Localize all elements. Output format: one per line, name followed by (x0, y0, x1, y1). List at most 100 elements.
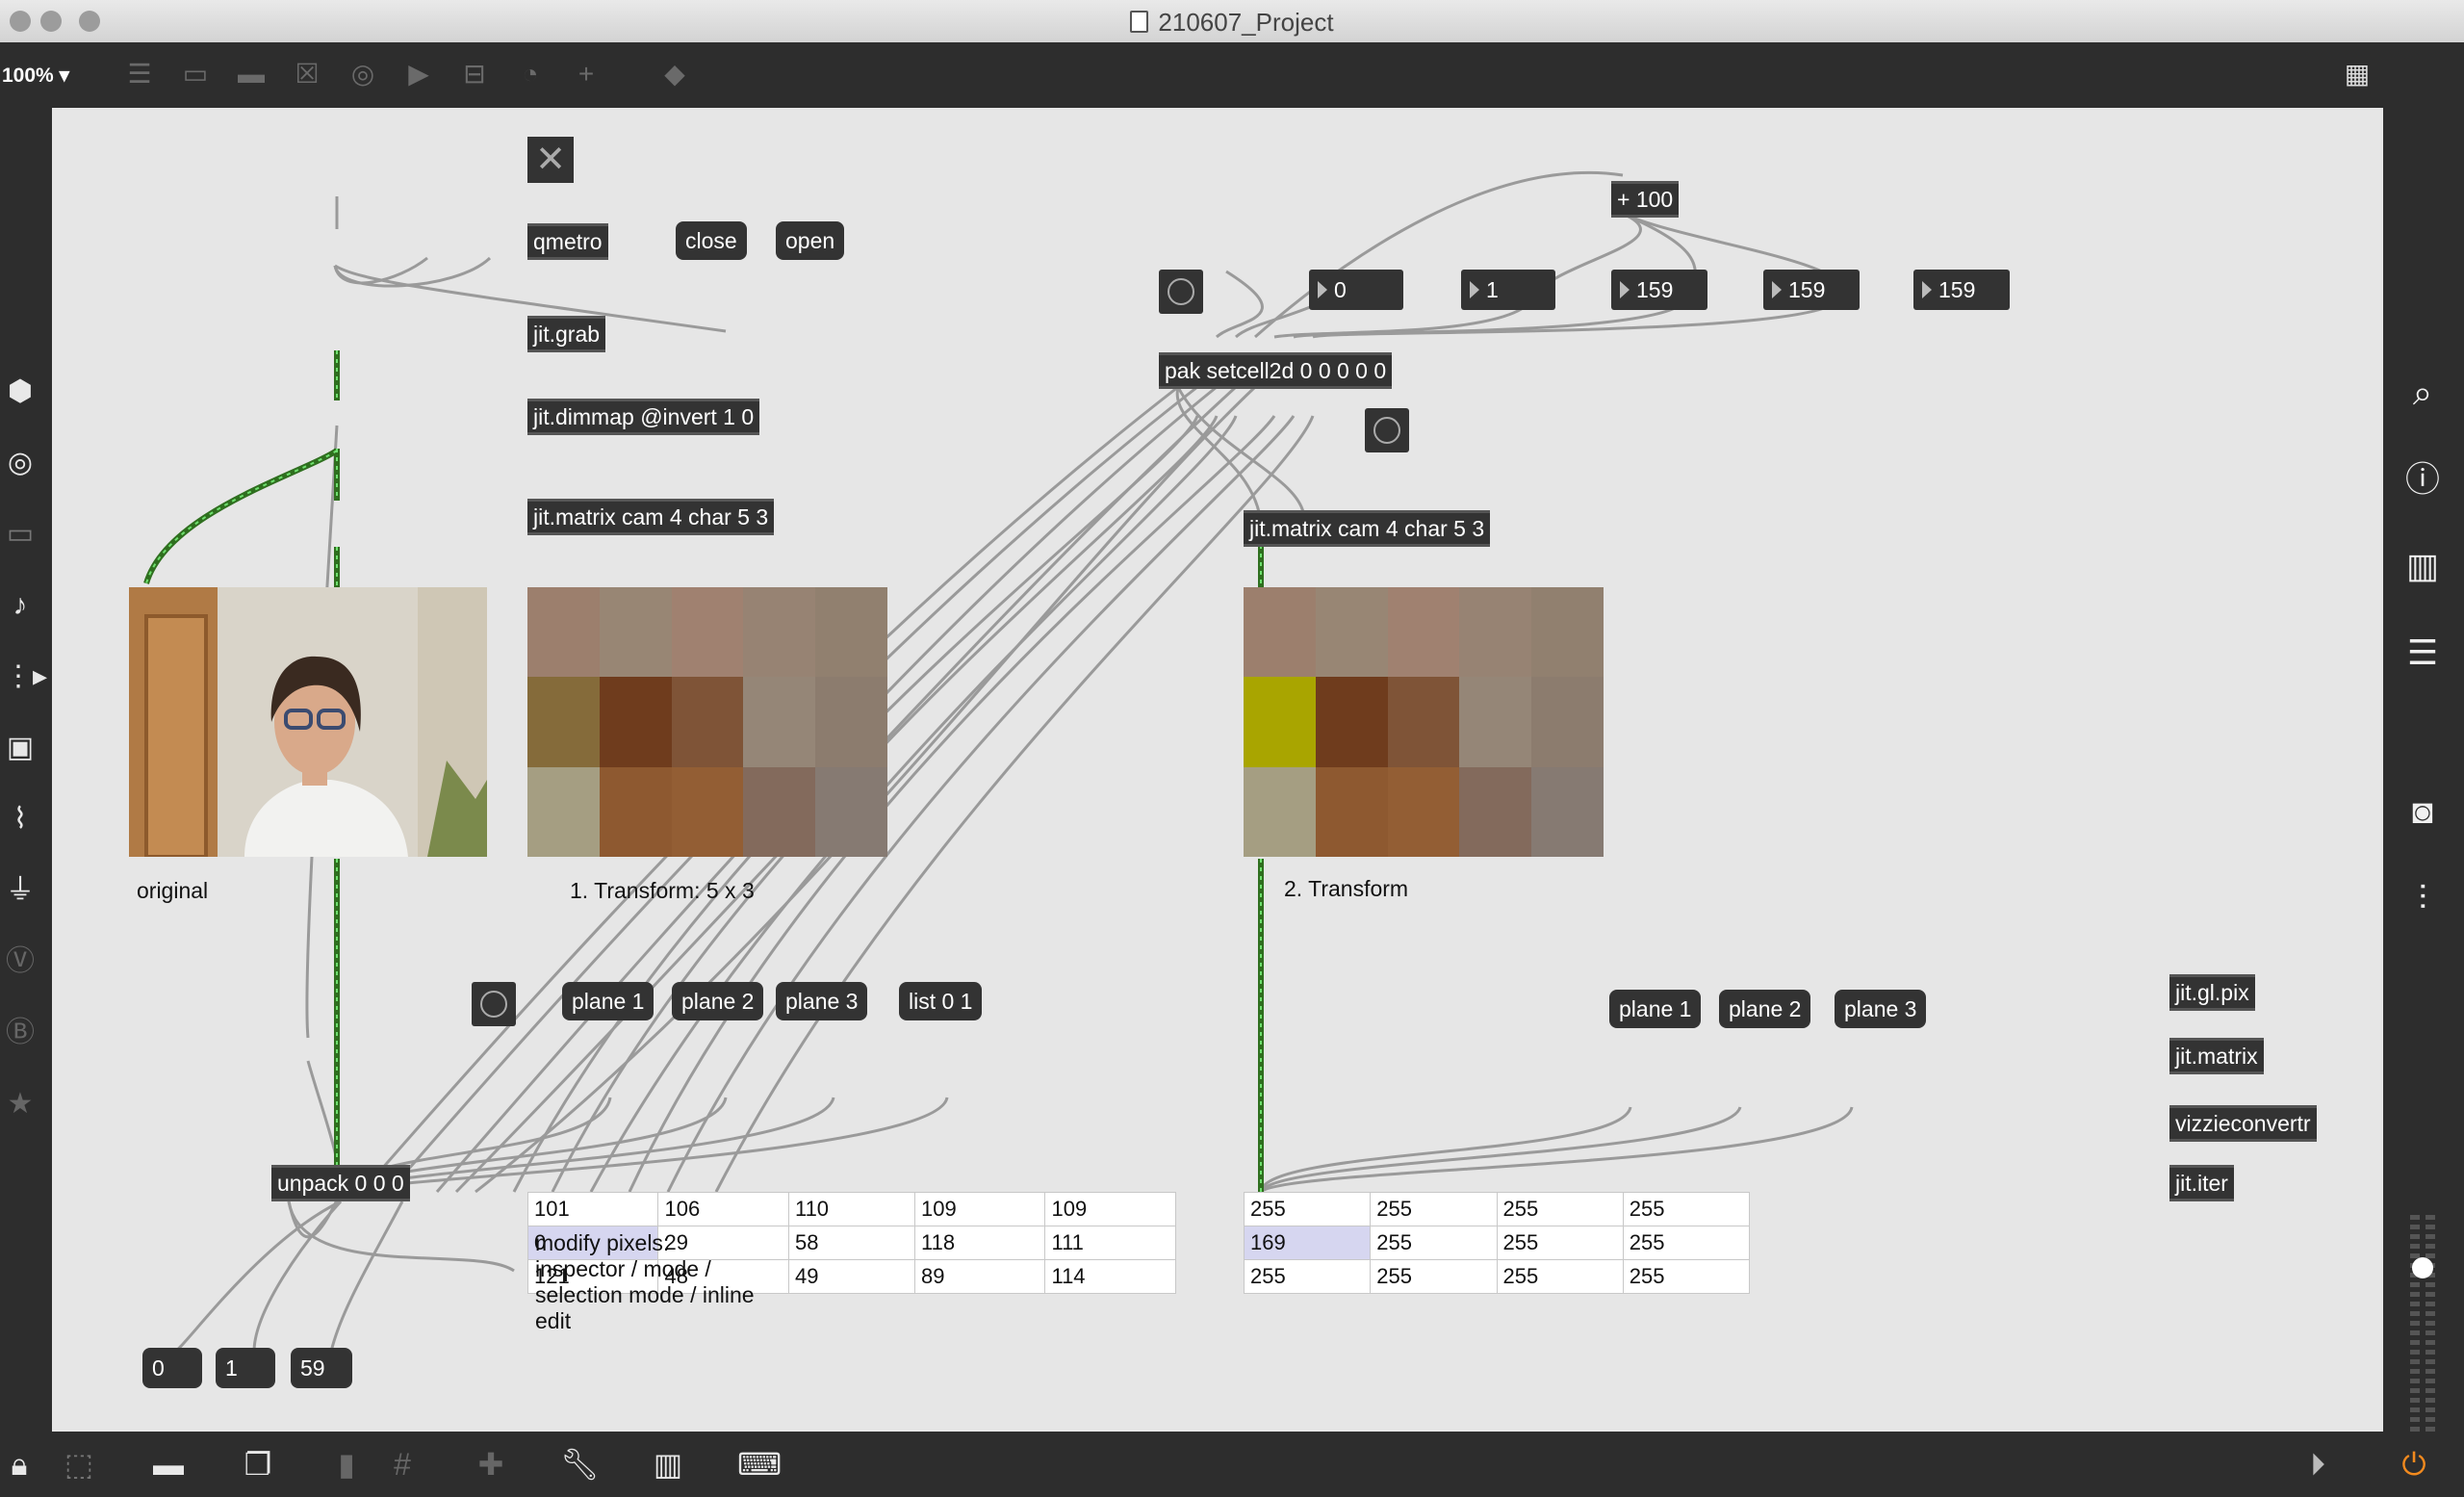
unpack-number-0[interactable]: 0 (142, 1348, 202, 1388)
add-object[interactable]: + 100 (1611, 181, 1680, 218)
table-cell[interactable]: 114 (1044, 1259, 1176, 1294)
table-cell[interactable]: 106 (657, 1192, 789, 1226)
paperclip-icon[interactable]: ⌇ (4, 803, 37, 836)
info-icon[interactable]: ⓘ (2402, 459, 2443, 500)
packages-icon[interactable]: ⬢ (4, 375, 37, 408)
jit-gl-pix-object[interactable]: jit.gl.pix (2169, 974, 2255, 1011)
bang-button-1[interactable] (1159, 270, 1203, 314)
number-box-1[interactable]: 1 (1461, 270, 1555, 310)
table-cell[interactable]: 255 (1622, 1192, 1751, 1226)
bang-button-2[interactable] (1365, 408, 1409, 452)
unpack-number-59[interactable]: 59 (291, 1348, 352, 1388)
plane1-message-b[interactable]: plane 1 (1609, 990, 1702, 1028)
table-cell[interactable]: 89 (913, 1259, 1046, 1294)
plane3-message-b[interactable]: plane 3 (1835, 990, 1927, 1028)
jit-dimmap-object[interactable]: jit.dimmap @invert 1 0 (527, 399, 760, 435)
comment-icon[interactable]: ▬ (235, 58, 268, 90)
search-icon[interactable]: ⌕ (2402, 373, 2443, 413)
table-cell[interactable]: 169 (1243, 1226, 1372, 1260)
add-connection-icon[interactable]: ✚ (472, 1445, 510, 1484)
star-icon[interactable]: ★ (4, 1088, 37, 1121)
jit-matrix-object-1[interactable]: jit.matrix cam 4 char 5 3 (527, 499, 775, 535)
toggle-object-icon[interactable]: ☒ (291, 58, 323, 90)
book-icon[interactable]: ▥ (2402, 546, 2443, 586)
pak-setcell2d-object[interactable]: pak setcell2d 0 0 0 0 0 (1159, 352, 1393, 389)
list-message[interactable]: list 0 1 (899, 982, 983, 1020)
presentation-select-icon[interactable]: ⬚ (60, 1445, 98, 1484)
play-audio-icon[interactable]: ⏵ (2298, 1445, 2337, 1484)
unpack-number-1[interactable]: 1 (216, 1348, 275, 1388)
jit-iter-object[interactable]: jit.iter (2169, 1165, 2234, 1201)
paint-bucket-icon[interactable]: ◆ (658, 58, 691, 90)
open-message[interactable]: open (776, 221, 845, 260)
button-object-icon[interactable]: ◎ (346, 58, 379, 90)
vizzieconvertr-object[interactable]: vizzieconvertr (2169, 1105, 2317, 1142)
level-slider-knob[interactable] (2412, 1257, 2433, 1278)
mute-icon[interactable]: ▮ (327, 1445, 366, 1484)
grid-icon[interactable]: ▦ (2341, 58, 2374, 90)
number-box-159-b[interactable]: 159 (1763, 270, 1860, 310)
table-cell[interactable]: 111 (1044, 1226, 1176, 1260)
keyboard-icon[interactable]: ⌨ (737, 1445, 782, 1484)
add-object-icon[interactable]: + (570, 58, 603, 90)
table-cell[interactable]: 109 (1044, 1192, 1176, 1226)
table-cell[interactable]: 255 (1370, 1192, 1498, 1226)
table-cell[interactable]: 101 (526, 1192, 659, 1226)
music-note-icon[interactable]: ♪ (4, 589, 37, 622)
table-cell[interactable]: 255 (1496, 1192, 1624, 1226)
close-message[interactable]: close (676, 221, 747, 260)
target-icon[interactable]: ◎ (4, 447, 37, 479)
plug-icon[interactable]: ⏚ (4, 874, 37, 907)
grid-snap-icon[interactable]: # (383, 1445, 422, 1484)
message-box-icon[interactable]: ▭ (179, 58, 212, 90)
keyboard-piano-icon[interactable]: ▥ (649, 1445, 687, 1484)
number-box-159-c[interactable]: 159 (1913, 270, 2010, 310)
beap-icon[interactable]: Ⓑ (4, 1017, 37, 1049)
mixer-icon[interactable]: ⫶ (2402, 878, 2443, 918)
image-icon[interactable]: ▣ (4, 732, 37, 764)
table-cell[interactable]: 255 (1496, 1259, 1624, 1294)
jit-matrix-side-object[interactable]: jit.matrix (2169, 1038, 2264, 1074)
unpack-object[interactable]: unpack 0 0 0 (271, 1165, 410, 1201)
vizzie-icon[interactable]: Ⓥ (4, 945, 37, 978)
table-cell[interactable]: 255 (1622, 1226, 1751, 1260)
table-cell[interactable]: 255 (1370, 1259, 1498, 1294)
table-cell[interactable]: 58 (787, 1226, 915, 1260)
table-cell[interactable]: 109 (913, 1192, 1046, 1226)
plane2-message-a[interactable]: plane 2 (672, 982, 764, 1020)
slider-icon[interactable]: ⊟ (458, 58, 491, 90)
video-icon[interactable]: ⋮▸ (4, 660, 47, 693)
table-cell[interactable]: 255 (1622, 1259, 1751, 1294)
cellblock-table-2[interactable]: 255 255 255 255 169 255 255 255 255 255 255 255 (1243, 1192, 1751, 1294)
bang-button-3[interactable] (472, 982, 516, 1026)
number-box-159-a[interactable]: 159 (1611, 270, 1707, 310)
lock-icon[interactable]: 🔒︎ (0, 1445, 38, 1484)
number-box-icon[interactable]: ▶ (402, 58, 435, 90)
list-icon[interactable]: ☰ (2402, 632, 2443, 673)
plane3-message-a[interactable]: plane 3 (776, 982, 868, 1020)
jit-matrix-object-2[interactable]: jit.matrix cam 4 char 5 3 (1244, 510, 1491, 547)
table-cell[interactable]: 255 (1243, 1192, 1372, 1226)
table-cell[interactable]: 255 (1496, 1226, 1624, 1260)
wrench-icon[interactable]: 🔧︎ (560, 1445, 600, 1484)
x-toggle-icon[interactable]: ✕ (527, 137, 574, 183)
table-cell[interactable]: 255 (1370, 1226, 1498, 1260)
windows-icon[interactable]: ❐ (239, 1445, 277, 1484)
object-box-icon[interactable]: ☰ (123, 58, 156, 90)
plane2-message-b[interactable]: plane 2 (1719, 990, 1811, 1028)
jit-grab-object[interactable]: jit.grab (527, 316, 606, 352)
table-cell[interactable]: 118 (913, 1226, 1046, 1260)
power-icon[interactable]: ⏻ (2395, 1445, 2433, 1484)
qmetro-object[interactable]: qmetro (527, 223, 608, 260)
table-cell[interactable]: 49 (787, 1259, 915, 1294)
patcher-canvas[interactable]: ✕ qmetro close open jit.grab jit.dimmap … (52, 108, 2383, 1432)
number-box-0[interactable]: 0 (1309, 270, 1403, 310)
table-cell[interactable]: 255 (1243, 1259, 1372, 1294)
zoom-select[interactable]: 100% ▾ (2, 64, 69, 88)
camera-icon[interactable]: ◙ (2402, 791, 2443, 832)
level-meter[interactable] (2402, 1215, 2443, 1432)
presentation-icon[interactable]: ▬ (149, 1445, 188, 1484)
table-cell[interactable]: 110 (787, 1192, 915, 1226)
patcher-icon[interactable]: ▭ (4, 518, 37, 551)
dial-icon[interactable]: ◔ (514, 58, 547, 90)
